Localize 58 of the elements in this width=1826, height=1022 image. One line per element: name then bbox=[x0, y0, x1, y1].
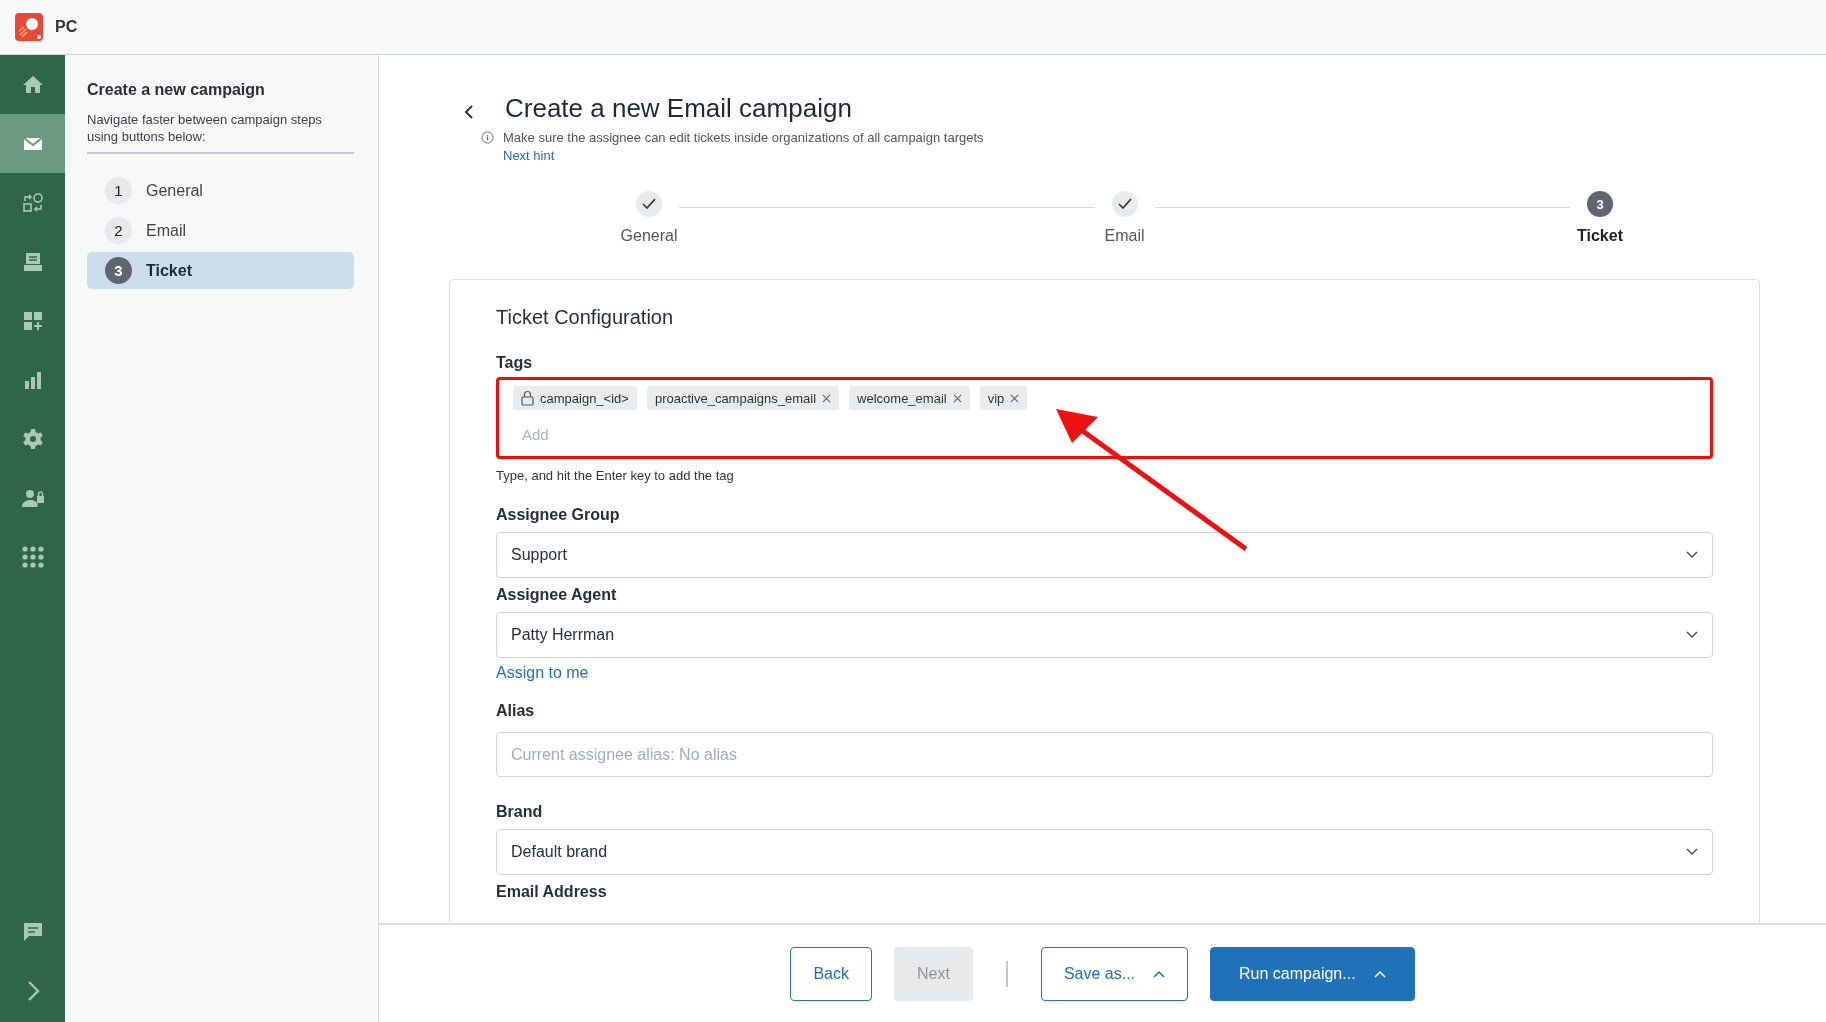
check-icon bbox=[1117, 198, 1132, 210]
chevron-down-icon bbox=[1686, 551, 1698, 559]
check-icon bbox=[642, 198, 656, 210]
tag-text: proactive_campaigns_email bbox=[654, 390, 817, 406]
chevron-up-icon bbox=[1373, 969, 1386, 978]
field-label: Email Address bbox=[496, 883, 608, 901]
dropdown-field[interactable]: Patty Herrman bbox=[496, 612, 1713, 658]
tag-text: campaign_<id> bbox=[540, 390, 629, 406]
footer-button[interactable]: Save as... bbox=[1040, 946, 1189, 1001]
remove-tag-icon[interactable] bbox=[952, 393, 962, 403]
next-hint-link[interactable]: Next hint bbox=[503, 148, 555, 163]
step-label: Email bbox=[146, 221, 186, 240]
shapes-icon bbox=[20, 190, 45, 215]
chevron-up-icon bbox=[1153, 969, 1166, 978]
rail-item[interactable] bbox=[0, 114, 65, 173]
footer-button[interactable]: Run campaign... bbox=[1210, 946, 1415, 1001]
chevron-down-icon bbox=[1686, 848, 1698, 856]
page-title: Create a new Email campaign bbox=[505, 93, 852, 124]
step-label: General bbox=[146, 181, 203, 200]
step-number: 2 bbox=[105, 217, 132, 244]
field-label: Tags bbox=[496, 354, 534, 372]
help-text: Type, and hit the Enter key to add the tag bbox=[496, 468, 735, 483]
field-label: Assignee Agent bbox=[496, 586, 618, 604]
step-item[interactable]: 1 General bbox=[87, 172, 354, 209]
info-icon bbox=[481, 131, 494, 144]
apps-grid-icon bbox=[20, 544, 45, 569]
remove-tag-icon[interactable] bbox=[1010, 393, 1020, 403]
remove-tag-icon[interactable] bbox=[822, 393, 832, 403]
assign-link[interactable]: Assign to me bbox=[496, 664, 589, 682]
add-tag-input[interactable]: Add bbox=[513, 422, 731, 447]
step-circle: 3 bbox=[1587, 191, 1613, 217]
panel-description: Navigate faster between campaign steps using buttons below: bbox=[87, 111, 354, 154]
footer-button[interactable]: Back bbox=[790, 946, 872, 1001]
step-item[interactable]: 2 Email bbox=[87, 212, 354, 249]
lock-icon bbox=[521, 390, 534, 406]
hint-text: Make sure the assignee can edit tickets inside organizations of all campaign targets bbox=[503, 130, 984, 145]
step-label[interactable]: General bbox=[620, 227, 678, 245]
dropdown-field[interactable]: Support bbox=[496, 532, 1713, 578]
step-label[interactable]: Ticket bbox=[1577, 227, 1623, 245]
app-name: PC bbox=[55, 18, 78, 36]
dropdown-field[interactable]: Default brand bbox=[496, 829, 1713, 875]
step-label: Ticket bbox=[146, 261, 192, 280]
chevron-down-icon bbox=[1686, 631, 1698, 639]
field-label: Assignee Group bbox=[496, 506, 621, 524]
text-field[interactable]: Current assignee alias: No alias bbox=[496, 732, 1713, 777]
app-logo-icon bbox=[15, 13, 43, 41]
panel-title: Create a new campaign bbox=[87, 81, 266, 99]
card-title: Ticket Configuration bbox=[496, 306, 675, 329]
step-item[interactable]: 3 Ticket bbox=[87, 252, 354, 289]
tag-text: vip bbox=[987, 390, 1005, 406]
step-number: 1 bbox=[105, 177, 132, 204]
tags-field[interactable]: campaign_<id> proactive_campaigns_email welcome_email vip Add bbox=[496, 377, 1713, 459]
step-number: 3 bbox=[105, 257, 132, 284]
field-label: Brand bbox=[496, 803, 544, 821]
step-label[interactable]: Email bbox=[1104, 227, 1145, 245]
field-label: Alias bbox=[496, 702, 536, 720]
settings-icon bbox=[20, 426, 45, 451]
tag-text: welcome_email bbox=[857, 390, 947, 406]
